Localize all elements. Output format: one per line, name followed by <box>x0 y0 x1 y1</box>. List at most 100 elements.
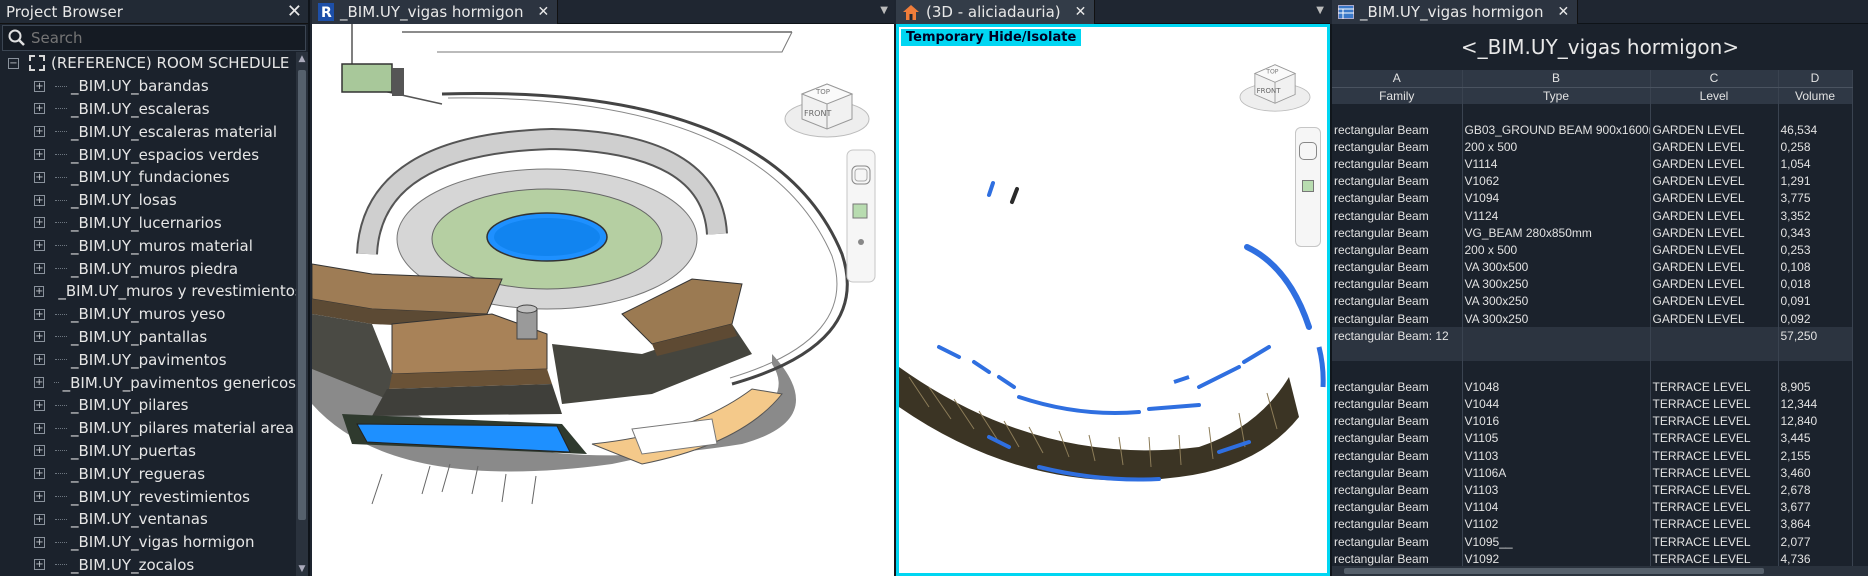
expand-icon[interactable]: + <box>34 194 45 206</box>
schedule-cell[interactable]: GARDEN LEVEL <box>1650 310 1779 328</box>
table-row[interactable]: rectangular Beam V1103 TERRACE LEVEL 2,678 <box>1332 481 1853 499</box>
schedule-cell[interactable]: rectangular Beam <box>1332 498 1463 516</box>
schedule-cell[interactable]: V1103 <box>1462 447 1651 465</box>
expand-icon[interactable]: + <box>34 285 45 297</box>
schedule-cell[interactable]: GB03_GROUND BEAM 900x1600m <box>1462 121 1651 139</box>
expand-icon[interactable]: + <box>34 126 45 138</box>
schedule-table[interactable]: A B C D Family Type Level Volume rectangular Bea… <box>1332 70 1853 576</box>
expand-icon[interactable]: + <box>34 80 45 92</box>
schedule-cell[interactable]: 46,534 <box>1778 121 1853 139</box>
schedule-cell[interactable]: 2,678 <box>1778 481 1853 499</box>
tree-item[interactable]: + _BIM.UY_pilares <box>0 394 296 417</box>
expand-icon[interactable]: + <box>34 354 45 366</box>
table-row[interactable]: rectangular Beam V1106A TERRACE LEVEL 3,460 <box>1332 464 1853 482</box>
schedule-cell[interactable] <box>1462 344 1651 362</box>
schedule-cell[interactable]: rectangular Beam <box>1332 412 1463 430</box>
table-row[interactable]: rectangular Beam VA 300x250 GARDEN LEVEL 0,… <box>1332 292 1853 311</box>
table-row[interactable]: rectangular Beam GB03_GROUND BEAM 900x160… <box>1332 121 1853 139</box>
schedule-cell[interactable]: rectangular Beam <box>1332 310 1463 328</box>
schedule-cell[interactable]: Volume <box>1778 87 1853 104</box>
schedule-cell[interactable]: rectangular Beam <box>1332 155 1463 173</box>
tree-item[interactable]: + _BIM.UY_puertas <box>0 440 296 463</box>
expand-icon[interactable]: + <box>34 240 45 252</box>
schedule-cell[interactable]: rectangular Beam <box>1332 532 1463 551</box>
tree-item[interactable]: + _BIM.UY_escaleras <box>0 98 296 121</box>
tree-item-room-schedule[interactable]: − (REFERENCE) ROOM SCHEDULE <box>0 52 296 75</box>
tree-item[interactable]: + _BIM.UY_lucernarios <box>0 212 296 235</box>
scroll-down-icon[interactable]: ▼ <box>296 564 308 574</box>
schedule-cell[interactable]: rectangular Beam <box>1332 275 1463 293</box>
schedule-cell[interactable]: 0,091 <box>1778 292 1853 311</box>
expand-icon[interactable]: + <box>34 422 45 434</box>
schedule-cell[interactable]: rectangular Beam <box>1332 378 1463 396</box>
tab-dropdown-icon[interactable]: ▼ <box>880 5 888 16</box>
close-icon[interactable]: ✕ <box>287 1 302 22</box>
schedule-cell[interactable] <box>1332 361 1463 379</box>
table-row[interactable]: rectangular Beam V1104 TERRACE LEVEL 3,677 <box>1332 498 1853 516</box>
schedule-cell[interactable]: B <box>1462 70 1651 88</box>
tab-dropdown-icon[interactable]: ▼ <box>1316 5 1324 16</box>
search-input[interactable] <box>27 29 305 47</box>
tree-item[interactable]: + _BIM.UY_muros yeso <box>0 303 296 326</box>
table-row[interactable]: rectangular Beam V1095__ TERRACE LEVEL 2,07… <box>1332 532 1853 551</box>
schedule-cell[interactable]: V1103 <box>1462 481 1651 499</box>
schedule-cell[interactable]: V1114 <box>1462 155 1651 173</box>
schedule-cell[interactable]: VA 300x250 <box>1462 310 1651 328</box>
table-row[interactable]: rectangular Beam VA 300x250 GARDEN LEVEL 0,… <box>1332 310 1853 328</box>
schedule-cell[interactable]: 3,677 <box>1778 498 1853 516</box>
search-box[interactable] <box>2 25 306 51</box>
schedule-cell[interactable]: rectangular Beam <box>1332 395 1463 413</box>
table-row[interactable]: rectangular Beam V1048 TERRACE LEVEL 8,905 <box>1332 378 1853 396</box>
expand-icon[interactable]: + <box>34 536 45 548</box>
table-row[interactable]: rectangular Beam V1103 TERRACE LEVEL 2,155 <box>1332 447 1853 465</box>
browser-scrollbar[interactable]: ▲ ▼ <box>296 52 308 576</box>
schedule-cell[interactable]: 3,864 <box>1778 515 1853 533</box>
schedule-cell[interactable] <box>1462 327 1651 345</box>
table-row[interactable]: rectangular Beam V1114 GARDEN LEVEL 1,054 <box>1332 155 1853 173</box>
scrollbar-thumb[interactable] <box>1344 568 1764 574</box>
schedule-cell[interactable]: TERRACE LEVEL <box>1650 429 1779 447</box>
tree-item[interactable]: + _BIM.UY_losas <box>0 189 296 212</box>
expand-icon[interactable]: + <box>34 263 45 275</box>
tree-item[interactable]: + _BIM.UY_muros material <box>0 234 296 257</box>
schedule-cell[interactable]: D <box>1778 70 1853 88</box>
schedule-cell[interactable]: rectangular Beam <box>1332 172 1463 190</box>
expand-icon[interactable]: + <box>34 399 45 411</box>
group-gap-row[interactable] <box>1332 344 1853 362</box>
schedule-cell[interactable]: Level <box>1650 87 1779 104</box>
scrollbar-thumb[interactable] <box>298 70 306 520</box>
schedule-cell[interactable] <box>1650 361 1779 379</box>
schedule-cell[interactable] <box>1778 361 1853 379</box>
table-row[interactable]: rectangular Beam V1016 TERRACE LEVEL 12,840 <box>1332 412 1853 430</box>
schedule-cell[interactable]: 0,258 <box>1778 138 1853 156</box>
table-row[interactable]: rectangular Beam V1094 GARDEN LEVEL 3,775 <box>1332 189 1853 207</box>
schedule-cell[interactable]: TERRACE LEVEL <box>1650 515 1779 533</box>
viewcube[interactable]: TOP FRONT <box>1235 49 1315 119</box>
tab-vigas-hormigon-3d[interactable]: R _BIM.UY_vigas hormigon ✕ <box>312 0 559 24</box>
schedule-cell[interactable]: rectangular Beam <box>1332 224 1463 242</box>
tree-item[interactable]: + _BIM.UY_barandas <box>0 75 296 98</box>
schedule-cell[interactable]: V1094 <box>1462 189 1651 207</box>
schedule-cell[interactable] <box>1650 104 1779 121</box>
expand-icon[interactable]: + <box>34 377 45 389</box>
schedule-cell[interactable] <box>1462 361 1651 379</box>
schedule-cell[interactable]: V1104 <box>1462 498 1651 516</box>
schedule-cell[interactable]: rectangular Beam <box>1332 292 1463 311</box>
scroll-up-icon[interactable]: ▲ <box>296 54 308 64</box>
tree-item[interactable]: + _BIM.UY_muros y revestimientos <box>0 280 296 303</box>
schedule-cell[interactable]: GARDEN LEVEL <box>1650 292 1779 311</box>
schedule-cell[interactable]: 3,460 <box>1778 464 1853 482</box>
schedule-cell[interactable]: TERRACE LEVEL <box>1650 532 1779 551</box>
tree-item[interactable]: + _BIM.UY_zocalos <box>0 554 296 576</box>
close-tab-icon[interactable]: ✕ <box>537 4 549 20</box>
tree-item[interactable]: + _BIM.UY_ventanas <box>0 508 296 531</box>
schedule-cell[interactable]: 4,736 <box>1778 550 1853 568</box>
schedule-cell[interactable] <box>1332 344 1463 362</box>
schedule-cell[interactable]: GARDEN LEVEL <box>1650 275 1779 293</box>
tree-item[interactable]: + _BIM.UY_regueras <box>0 462 296 485</box>
table-row[interactable]: rectangular Beam V1105 TERRACE LEVEL 3,445 <box>1332 429 1853 447</box>
schedule-cell[interactable]: GARDEN LEVEL <box>1650 206 1779 225</box>
schedule-cell[interactable]: rectangular Beam <box>1332 206 1463 225</box>
tree-item[interactable]: + _BIM.UY_espacios verdes <box>0 143 296 166</box>
expand-icon[interactable]: + <box>34 491 45 503</box>
